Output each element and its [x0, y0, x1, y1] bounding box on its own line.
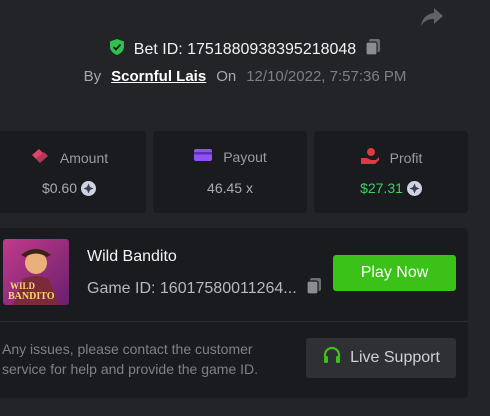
payout-card: Payout 46.45 x [153, 131, 307, 213]
currency-coin-icon [406, 180, 422, 196]
username-link[interactable]: Scornful Lais [111, 68, 206, 85]
author-row: By Scornful Lais On 12/10/2022, 7:57:36 … [0, 68, 490, 85]
game-id-row: Game ID: 16017580011264... [87, 277, 323, 300]
bet-id-text: Bet ID: 1751880938395218048 [133, 40, 357, 58]
copy-icon[interactable] [305, 277, 323, 300]
thumb-text-bandito: BANDITO [8, 291, 55, 302]
amount-label: Amount [59, 149, 109, 166]
payout-value: 46.45 x [207, 180, 253, 196]
game-thumbnail[interactable]: WILD BANDITO [3, 239, 69, 305]
shield-check-icon [108, 38, 126, 61]
profit-label: Profit [389, 149, 423, 166]
game-id-text: Game ID: 16017580011264... [87, 279, 297, 297]
on-label: On [216, 68, 237, 85]
payout-label: Payout [223, 148, 267, 165]
profit-card: Profit $27.31 [314, 131, 468, 213]
bet-id-row: Bet ID: 1751880938395218048 [0, 38, 490, 61]
amount-value: $0.60 [41, 180, 78, 196]
play-now-button[interactable]: Play Now [333, 255, 456, 291]
copy-icon[interactable] [364, 38, 382, 61]
currency-coin-icon [81, 180, 97, 196]
divider [0, 321, 468, 322]
money-icon [30, 147, 50, 168]
live-support-label: Live Support [350, 349, 440, 366]
by-label: By [83, 68, 102, 85]
live-support-button[interactable]: Live Support [306, 338, 456, 378]
headset-icon [322, 346, 342, 371]
game-title: Wild Bandito [87, 248, 177, 265]
support-help-text: Any issues, please contact the customer … [2, 341, 259, 377]
profit-value: $27.31 [360, 180, 403, 196]
amount-card: Amount $0.60 [0, 131, 146, 213]
thumb-text-wild: WILD [10, 281, 36, 291]
share-icon[interactable] [419, 6, 445, 28]
bet-datetime: 12/10/2022, 7:57:36 PM [246, 68, 407, 85]
hand-coin-icon [360, 147, 380, 168]
wallet-icon [193, 147, 213, 166]
